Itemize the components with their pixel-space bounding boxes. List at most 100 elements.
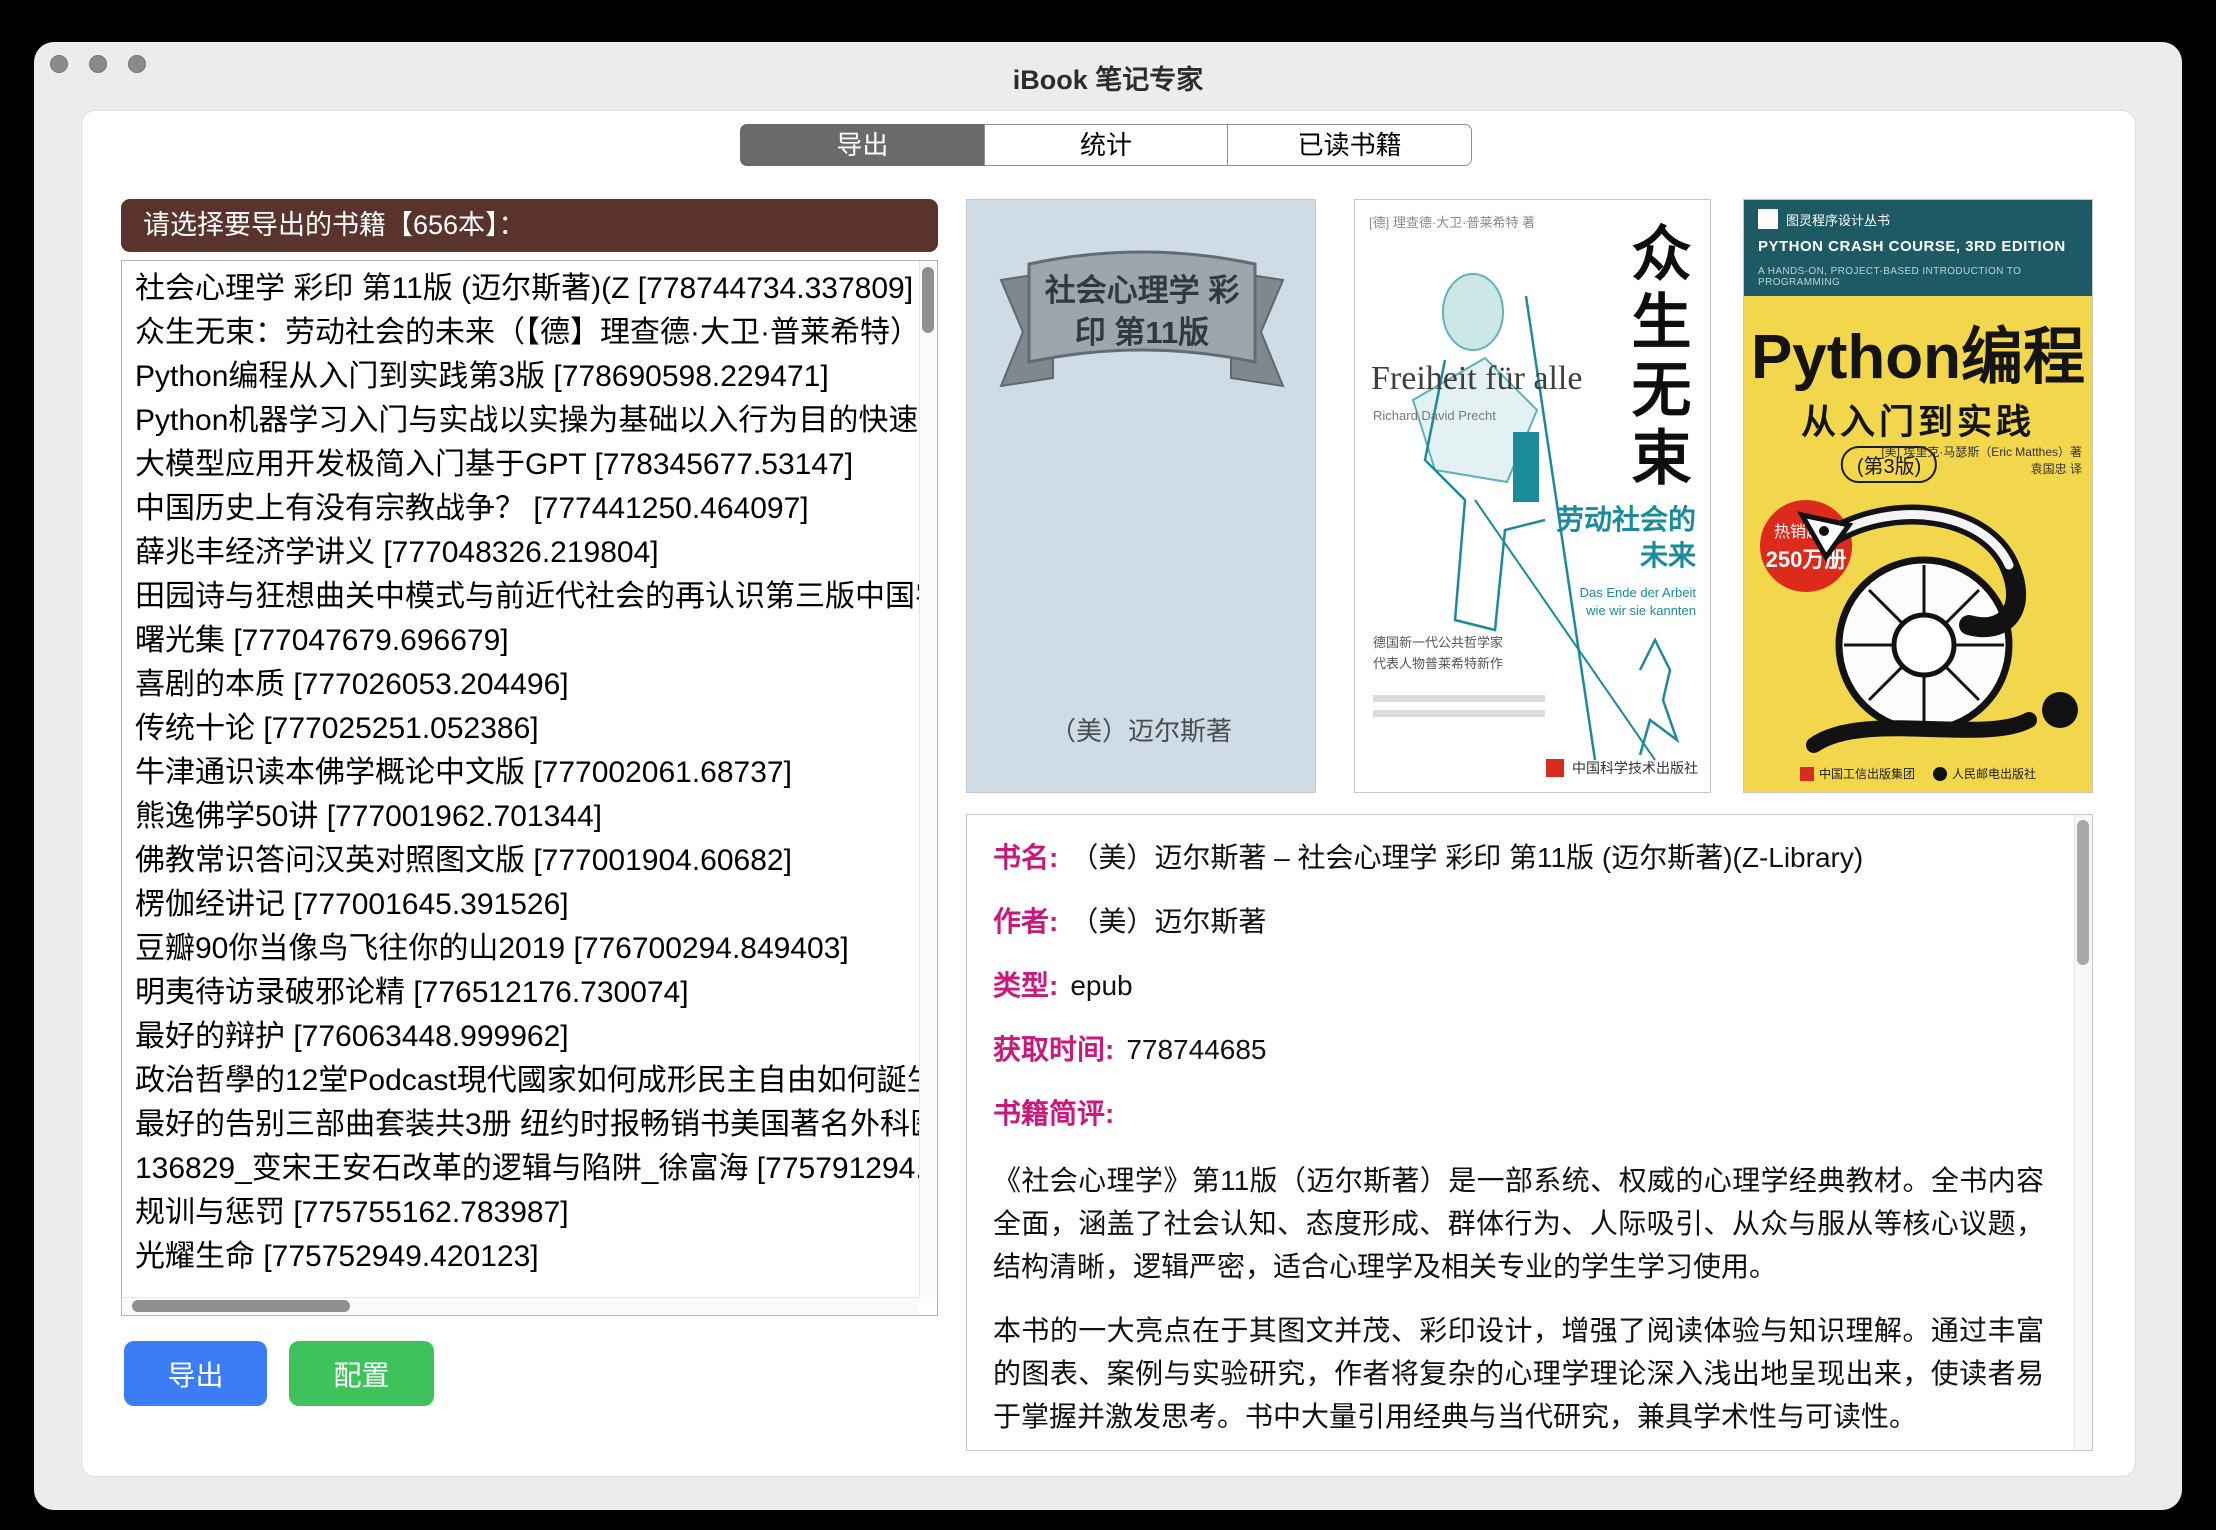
book-list-items: 社会心理学 彩印 第11版 (迈尔斯著)(Z [778744734.337809…: [122, 267, 919, 1297]
detail-label-type: 类型:: [993, 970, 1058, 1001]
cover3-title: Python编程: [1744, 306, 2092, 396]
cover3-publisher2: 人民邮电出版社: [1933, 765, 2036, 782]
book-list-item[interactable]: 最好的辩护 [776063448.999962]: [135, 1015, 919, 1059]
book-list-item[interactable]: 佛教常识答问汉英对照图文版 [777001904.60682]: [135, 839, 919, 883]
book-cover-freiheit-fuer-alle: [德] 理查德·大卫·普莱希特 著 Freiheit für alle Rich…: [1354, 199, 1711, 793]
cover3-top-band: 图灵程序设计丛书 PYTHON CRASH COURSE, 3RD EDITIO…: [1744, 200, 2092, 296]
book-details-content: 书名: （美）迈尔斯著 – 社会心理学 彩印 第11版 (迈尔斯著)(Z-Libr…: [967, 815, 2074, 1450]
tab-read-books[interactable]: 已读书籍: [1227, 124, 1472, 166]
book-cover-social-psychology: 社会心理学 彩 印 第11版 （美）迈尔斯著: [966, 199, 1316, 793]
export-button[interactable]: 导出: [124, 1341, 267, 1406]
window-title: iBook 笔记专家: [34, 58, 2182, 97]
detail-field-type: 类型: epub: [993, 967, 2044, 1004]
book-list-item[interactable]: 政治哲學的12堂Podcast現代國家如何成形民主自由如何誕生性: [135, 1059, 919, 1103]
cover1-author: （美）迈尔斯著: [967, 711, 1315, 748]
detail-label-review: 书籍简评:: [993, 1098, 1114, 1129]
book-cover-python-crash-course: 图灵程序设计丛书 PYTHON CRASH COURSE, 3RD EDITIO…: [1743, 199, 2093, 793]
cover3-en-subtitle: A HANDS-ON, PROJECT-BASED INTRODUCTION T…: [1758, 266, 2092, 288]
book-list-item[interactable]: 豆瓣90你当像鸟飞往你的山2019 [776700294.849403]: [135, 927, 919, 971]
details-vertical-scrollbar[interactable]: [2074, 815, 2092, 1450]
publisher2-name: 人民邮电出版社: [1952, 765, 2036, 782]
cover2-subtitle-cn: 劳动社会的未来: [1536, 502, 1696, 574]
cover2-subtitle-de-line1: Das Ende der Arbeit: [1536, 584, 1696, 602]
cover3-translator-line: 袁国忠 译: [1881, 461, 2082, 478]
cover2-title-en: Freiheit für alle: [1371, 360, 1582, 398]
book-list-item[interactable]: 曙光集 [777047679.696679]: [135, 619, 919, 663]
cover3-author: [美] 埃里克·马瑟斯（Eric Matthes）著 袁国忠 译: [1881, 444, 2082, 478]
cover2-blurb-line1: 德国新一代公共哲学家: [1373, 632, 1503, 653]
cover3-series-name: 图灵程序设计丛书: [1786, 210, 1890, 229]
book-list-item[interactable]: 喜剧的本质 [777026053.204496]: [135, 663, 919, 707]
book-list-item[interactable]: 136829_变宋王安石改革的逻辑与陷阱_徐富海 [775791294.27: [135, 1147, 919, 1191]
cover3-series: 图灵程序设计丛书: [1758, 209, 1890, 229]
book-list-item[interactable]: 熊逸佛学50讲 [777001962.701344]: [135, 795, 919, 839]
turing-logo-icon: [1758, 209, 1778, 229]
tab-export[interactable]: 导出: [740, 124, 985, 166]
book-list-item[interactable]: 社会心理学 彩印 第11版 (迈尔斯著)(Z [778744734.337809…: [135, 267, 919, 311]
cover2-subtitle-de-line2: wie wir sie kannten: [1536, 602, 1696, 620]
cover2-subtitle-de: Das Ende der Arbeit wie wir sie kannten: [1536, 584, 1696, 620]
cover2-title-cn: 众生无束: [1613, 222, 1700, 494]
publisher1-name: 中国工信出版集团: [1819, 765, 1915, 782]
book-list-item[interactable]: 众生无束：劳动社会的未来（【德】理查德·大卫·普莱希特）(Z: [135, 311, 919, 355]
cover2-blurb-line2: 代表人物普莱希特新作: [1373, 653, 1503, 674]
book-details-panel: 书名: （美）迈尔斯著 – 社会心理学 彩印 第11版 (迈尔斯著)(Z-Libr…: [966, 814, 2093, 1451]
cover2-publisher-name: 中国科学技术出版社: [1572, 758, 1698, 778]
list-horizontal-scrollbar-thumb[interactable]: [132, 1300, 350, 1312]
book-list-item[interactable]: 规训与惩罚 [775755162.783987]: [135, 1191, 919, 1235]
cover3-publishers: 中国工信出版集团 人民邮电出版社: [1744, 765, 2092, 782]
config-button[interactable]: 配置: [289, 1341, 434, 1406]
detail-label-acquired-time: 获取时间:: [993, 1034, 1114, 1065]
cover1-title-line1: 社会心理学 彩: [1015, 270, 1269, 312]
book-list-item[interactable]: 中国历史上有没有宗教战争？ [777441250.464097]: [135, 487, 919, 531]
cover1-title: 社会心理学 彩 印 第11版: [1015, 270, 1269, 354]
list-vertical-scrollbar[interactable]: [919, 261, 937, 1297]
book-list-header: 请选择要导出的书籍【656本】：: [121, 199, 938, 252]
list-vertical-scrollbar-thumb[interactable]: [922, 267, 934, 333]
book-list-item[interactable]: 薛兆丰经济学讲义 [777048326.219804]: [135, 531, 919, 575]
details-vertical-scrollbar-thumb[interactable]: [2077, 820, 2089, 965]
cover2-author-en: Richard David Precht: [1373, 408, 1496, 423]
app-window: iBook 笔记专家 导出 统计 已读书籍 请选择要导出的书籍【656本】： 社…: [34, 42, 2182, 1510]
detail-field-author: 作者: （美）迈尔斯著: [993, 903, 2044, 940]
publisher-logo-icon: [1546, 759, 1564, 777]
book-list-item[interactable]: 田园诗与狂想曲关中模式与前近代社会的再认识第三版中国农民: [135, 575, 919, 619]
detail-value-book-title: （美）迈尔斯著 – 社会心理学 彩印 第11版 (迈尔斯著)(Z-Library…: [1070, 842, 1863, 873]
book-list-item[interactable]: 传统十论 [777025251.052386]: [135, 707, 919, 751]
review-paragraph-2: 本书的一大亮点在于其图文并茂、彩印设计，增强了阅读体验与知识理解。通过丰富的图表…: [993, 1309, 2044, 1438]
book-list: 社会心理学 彩印 第11版 (迈尔斯著)(Z [778744734.337809…: [121, 260, 938, 1316]
cover3-en-title: PYTHON CRASH COURSE, 3RD EDITION: [1758, 238, 2066, 255]
main-panel: 导出 统计 已读书籍 请选择要导出的书籍【656本】： 社会心理学 彩印 第11…: [81, 110, 2136, 1477]
detail-value-author: （美）迈尔斯著: [1070, 906, 1266, 937]
book-list-item[interactable]: 最好的告别三部曲套装共3册 纽约时报畅销书美国著名外科医生: [135, 1103, 919, 1147]
book-list-item[interactable]: 明夷待访录破邪论精 [776512176.730074]: [135, 971, 919, 1015]
tab-statistics[interactable]: 统计: [984, 124, 1229, 166]
cover1-title-line2: 印 第11版: [1015, 312, 1269, 354]
detail-label-author: 作者:: [993, 906, 1058, 937]
detail-field-book-title: 书名: （美）迈尔斯著 – 社会心理学 彩印 第11版 (迈尔斯著)(Z-Libr…: [993, 839, 2044, 876]
cover2-publisher: 中国科学技术出版社: [1546, 758, 1698, 778]
book-list-item[interactable]: 牛津通识读本佛学概论中文版 [777002061.68737]: [135, 751, 919, 795]
book-list-item[interactable]: Python机器学习入门与实战以实操为基础以入行为目的快速帮助: [135, 399, 919, 443]
review-paragraph-1: 《社会心理学》第11版（迈尔斯著）是一部系统、权威的心理学经典教材。全书内容全面…: [993, 1159, 2044, 1288]
list-horizontal-scrollbar[interactable]: [122, 1297, 919, 1315]
snake-turbine-illustration: [1774, 495, 2074, 765]
detail-value-acquired-time: 778744685: [1126, 1034, 1266, 1065]
cover2-blurb: 德国新一代公共哲学家 代表人物普莱希特新作: [1373, 632, 1503, 674]
publisher2-logo-icon: [1933, 767, 1947, 781]
cover2-subtitles: 劳动社会的未来 Das Ende der Arbeit wie wir sie …: [1536, 502, 1696, 620]
book-list-item[interactable]: 楞伽经讲记 [777001645.391526]: [135, 883, 919, 927]
tab-bar: 导出 统计 已读书籍: [740, 124, 1472, 166]
book-list-item[interactable]: 光耀生命 [775752949.420123]: [135, 1235, 919, 1279]
seal-logo-icon: [2042, 692, 2078, 728]
cover3-subtitle: 从入门到实践: [1744, 394, 2092, 445]
book-list-item[interactable]: 大模型应用开发极简入门基于GPT [778345677.53147]: [135, 443, 919, 487]
book-list-item[interactable]: Python编程从入门到实践第3版 [778690598.229471]: [135, 355, 919, 399]
detail-label-book-title: 书名:: [993, 842, 1058, 873]
publisher1-logo-icon: [1800, 767, 1814, 781]
detail-value-type: epub: [1070, 970, 1132, 1001]
cover2-fine-print: [1373, 695, 1545, 725]
cover3-author-line: [美] 埃里克·马瑟斯（Eric Matthes）著: [1881, 444, 2082, 461]
detail-field-acquired-time: 获取时间: 778744685: [993, 1031, 2044, 1068]
cover3-publisher1: 中国工信出版集团: [1800, 765, 1915, 782]
